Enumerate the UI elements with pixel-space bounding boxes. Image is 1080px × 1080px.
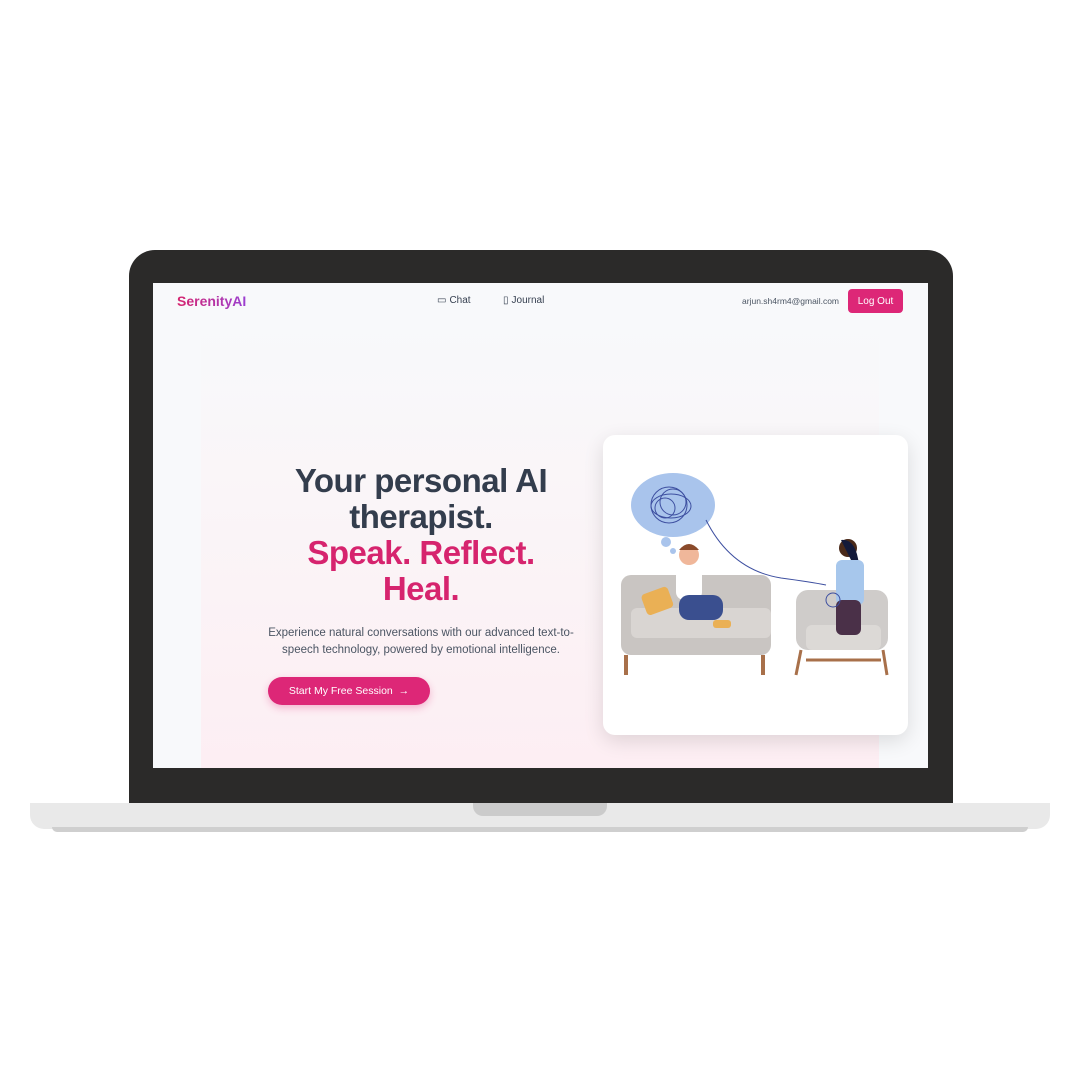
top-nav: SerenityAI ▭ Chat ▯ Journal arjun.sh4rm4@g… [153,283,928,319]
hero-accent-line: Heal. [382,570,460,607]
hero-title-line: Your personal AI [294,462,548,499]
user-email: arjun.sh4rm4@gmail.com [742,296,839,306]
arrow-right-icon: → [395,685,410,697]
logo[interactable]: SerenityAI [177,293,246,309]
chat-bubble-icon: ▭ [437,295,447,306]
hero-subtitle: Experience natural conversations with ou… [268,627,574,656]
hero-heading: Your personal AI therapist. Speak. Refle… [261,463,581,607]
book-open-icon: ▯ [503,295,509,306]
hero-section: Your personal AI therapist. Speak. Refle… [201,323,908,768]
laptop-base-edge [52,827,1028,832]
cta-label: Start My Free Session [288,685,393,697]
start-session-button[interactable]: Start My Free Session → [268,677,430,705]
nav-chat[interactable]: ▭ Chat [437,295,471,306]
laptop-notch [473,803,607,816]
hero-accent-line: Speak. Reflect. [307,534,535,571]
therapy-illustration [621,450,889,718]
nav-journal[interactable]: ▯ Journal [503,295,544,306]
hero-title-line: therapist. [349,498,493,535]
laptop-screen: Your personal AI therapist. Speak. Refle… [153,283,928,768]
nav-journal-label: Journal [511,295,545,306]
nav-chat-label: Chat [449,295,471,306]
logout-button[interactable]: Log Out [848,289,903,313]
illustration-card [603,435,908,735]
